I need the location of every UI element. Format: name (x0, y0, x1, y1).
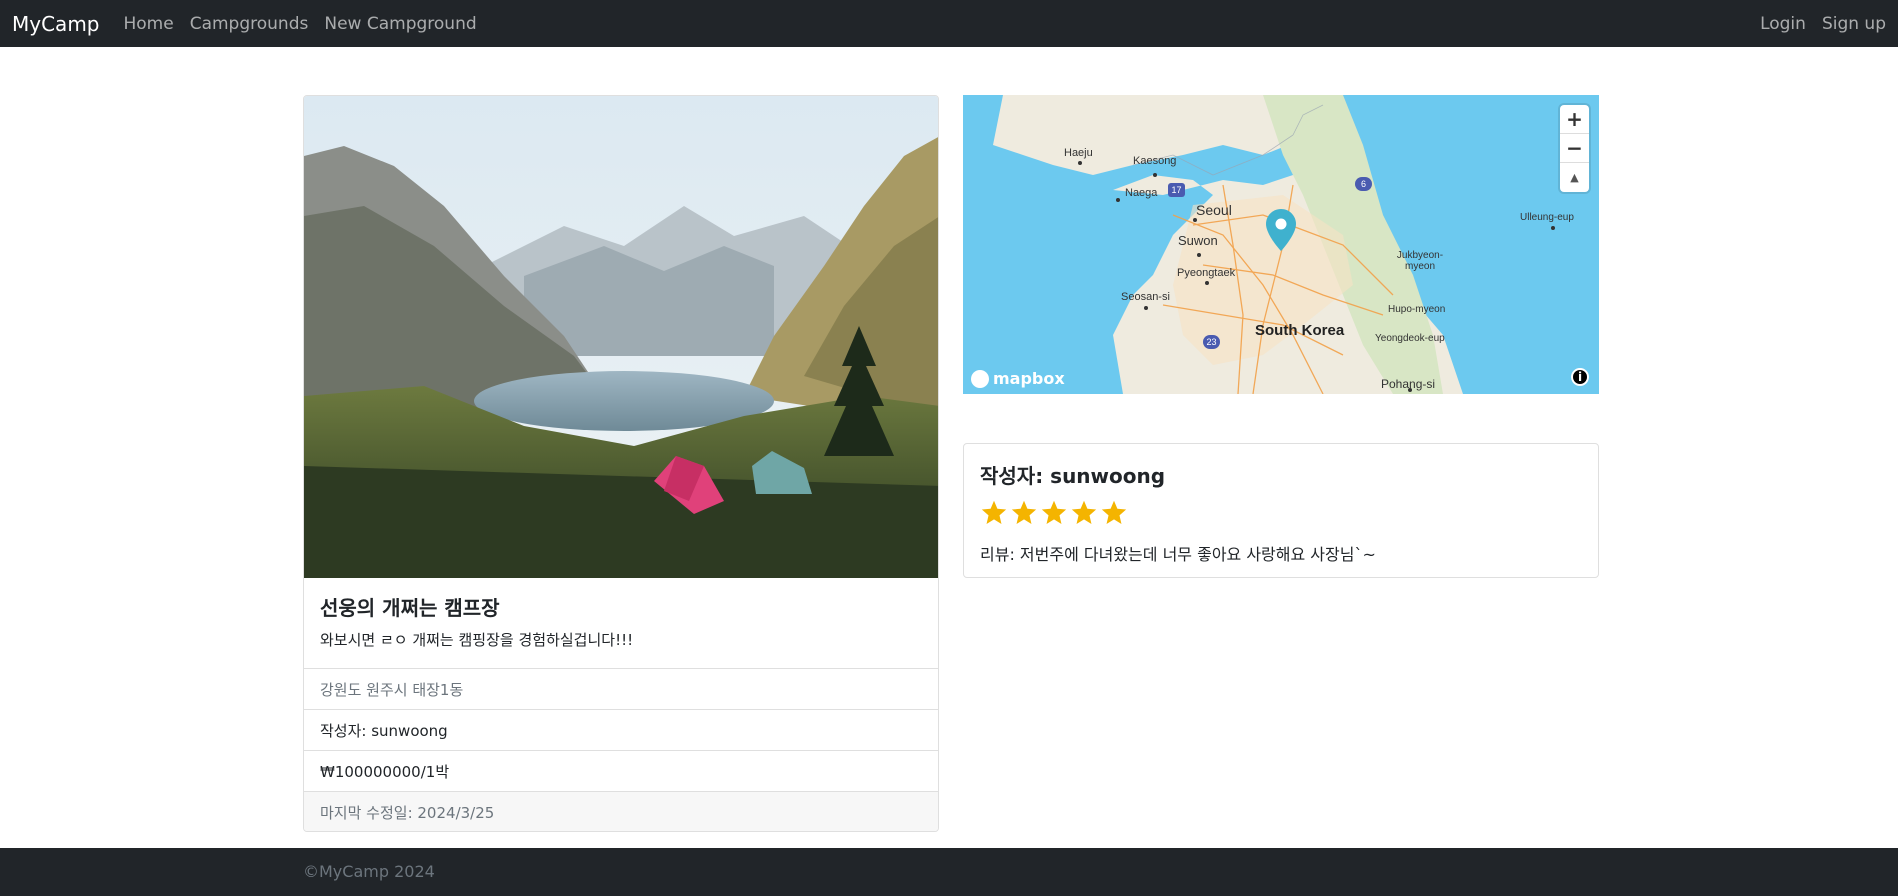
zoom-out-button[interactable]: − (1560, 134, 1589, 163)
nav-login-link[interactable]: Login (1760, 14, 1806, 34)
map-label-country: South Korea (1255, 322, 1345, 339)
review-rating (980, 499, 1582, 527)
map-label: Seoul (1196, 202, 1232, 218)
review-card: 작성자: sunwoong 리뷰: 저번주에 다녀왔는데 너무 좋아요 사랑해요… (963, 443, 1599, 578)
star-icon (981, 500, 1007, 524)
road-shield: 6 (1355, 177, 1372, 191)
map-label: Seosan-si (1121, 291, 1170, 303)
map-label: Kaesong (1133, 155, 1177, 167)
road-shield: 17 (1168, 183, 1185, 197)
map-label: Jukbyeon-myeon (1396, 250, 1444, 272)
campground-map[interactable]: Haeju Kaesong Naega Seoul Suwon Pyeongta… (963, 95, 1599, 394)
mapbox-logo-icon (971, 369, 989, 388)
campground-image (304, 96, 938, 578)
nav-right: Login Sign up (1744, 14, 1886, 34)
nav-signup-link[interactable]: Sign up (1822, 14, 1886, 34)
campground-author: 작성자: sunwoong (304, 710, 938, 751)
zoom-in-button[interactable]: + (1560, 105, 1589, 134)
brand-link[interactable]: MyCamp (12, 12, 100, 36)
compass-button[interactable]: ▲ (1560, 163, 1589, 192)
star-icon (1011, 500, 1037, 524)
map-label: Pohang-si (1381, 377, 1436, 391)
map-label: Pyeongtaek (1177, 267, 1236, 279)
footer: ©MyCamp 2024 (0, 848, 1898, 896)
star-icon (1071, 500, 1097, 524)
road-shield: 23 (1203, 335, 1220, 349)
map-label: Hupo-myeon (1388, 304, 1446, 315)
map-navigation-controls: + − ▲ (1560, 105, 1589, 192)
campground-card-body: 선웅의 개쩌는 캠프장 와보시면 ㄹㅇ 개쩌는 캠핑장을 경험하실겁니다!!! (304, 578, 938, 669)
star-icon (1041, 500, 1067, 524)
map-marker-icon[interactable] (1266, 209, 1296, 251)
map-label: Yeongdeok-eup (1375, 333, 1445, 344)
nav-home-link[interactable]: Home (124, 14, 174, 34)
map-info-icon[interactable]: i (1571, 368, 1589, 386)
map-label: Suwon (1178, 233, 1218, 248)
review-text: 리뷰: 저번주에 다녀왔는데 너무 좋아요 사랑해요 사장님`~ (980, 545, 1376, 564)
map-label: Haeju (1064, 147, 1093, 159)
campground-title: 선웅의 개쩌는 캠프장 (320, 596, 500, 620)
map-label: Naega (1125, 187, 1158, 199)
campground-price: ₩100000000/1박 (304, 751, 938, 792)
navbar: MyCamp Home Campgrounds New Campground L… (0, 0, 1898, 47)
mapbox-logo-text: mapbox (993, 369, 1065, 388)
star-icon (1101, 500, 1127, 524)
campground-card: 선웅의 개쩌는 캠프장 와보시면 ㄹㅇ 개쩌는 캠핑장을 경험하실겁니다!!! … (303, 95, 939, 832)
review-author: 작성자: sunwoong (980, 464, 1166, 488)
map-label: Ulleung-eup (1520, 212, 1574, 223)
campground-description: 와보시면 ㄹㅇ 개쩌는 캠핑장을 경험하실겁니다!!! (320, 631, 634, 649)
campground-last-modified: 마지막 수정일: 2024/3/25 (304, 792, 938, 831)
mapbox-logo[interactable]: mapbox (971, 369, 1065, 388)
footer-copyright: ©MyCamp 2024 (303, 862, 435, 881)
campground-photo (304, 96, 938, 578)
nav-new-campground-link[interactable]: New Campground (324, 14, 476, 34)
nav-campgrounds-link[interactable]: Campgrounds (190, 14, 309, 34)
campground-location: 강원도 원주시 태장1동 (304, 669, 938, 710)
